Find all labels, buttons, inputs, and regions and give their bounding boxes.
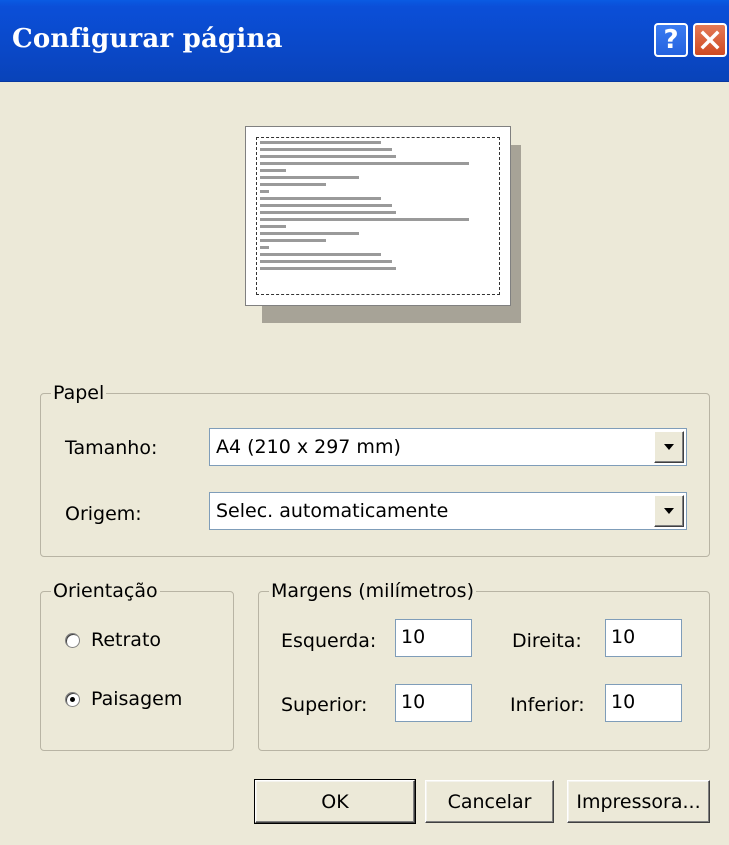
printer-button[interactable]: Impressora... bbox=[567, 780, 710, 823]
orientation-group: Orientação Retrato Paisagem bbox=[40, 580, 234, 751]
ok-button[interactable]: OK bbox=[254, 779, 416, 824]
left-margin-input[interactable]: 10 bbox=[395, 619, 472, 657]
radio-landscape-indicator[interactable] bbox=[65, 691, 80, 707]
margins-legend: Margens (milímetros) bbox=[269, 580, 476, 602]
right-margin-label: Direita: bbox=[512, 630, 582, 652]
left-margin-label: Esquerda: bbox=[281, 630, 377, 652]
paper-legend: Papel bbox=[51, 382, 107, 404]
source-select[interactable]: Selec. automaticamente bbox=[209, 492, 687, 530]
radio-landscape-label: Paisagem bbox=[91, 688, 183, 710]
size-select-value: A4 (210 x 297 mm) bbox=[216, 436, 401, 458]
preview-text-lines bbox=[260, 141, 480, 274]
radio-portrait-label: Retrato bbox=[91, 629, 162, 651]
size-label: Tamanho: bbox=[65, 437, 158, 459]
page-preview bbox=[245, 126, 511, 306]
close-button[interactable] bbox=[693, 23, 727, 57]
help-button[interactable]: ? bbox=[654, 23, 688, 57]
right-margin-input[interactable]: 10 bbox=[605, 619, 682, 657]
chevron-down-icon bbox=[664, 508, 674, 514]
paper-group: Papel Tamanho: A4 (210 x 297 mm) Origem:… bbox=[40, 382, 710, 557]
top-margin-label: Superior: bbox=[281, 694, 368, 716]
orientation-legend: Orientação bbox=[51, 580, 160, 602]
bottom-margin-input[interactable]: 10 bbox=[605, 684, 682, 722]
size-select[interactable]: A4 (210 x 297 mm) bbox=[209, 428, 687, 466]
radio-portrait[interactable]: Retrato bbox=[65, 628, 161, 652]
chevron-down-icon bbox=[664, 444, 674, 450]
bottom-margin-label: Inferior: bbox=[510, 694, 585, 716]
source-label: Origem: bbox=[65, 503, 142, 525]
title-bar[interactable]: Configurar página ? bbox=[0, 0, 729, 82]
source-select-value: Selec. automaticamente bbox=[216, 500, 449, 522]
source-dropdown-button[interactable] bbox=[654, 495, 684, 527]
cancel-button[interactable]: Cancelar bbox=[425, 780, 554, 823]
radio-landscape[interactable]: Paisagem bbox=[65, 687, 182, 711]
margins-group: Margens (milímetros) Esquerda: 10 Direit… bbox=[258, 580, 710, 751]
help-icon: ? bbox=[663, 25, 679, 55]
window-title: Configurar página bbox=[12, 24, 283, 54]
top-margin-input[interactable]: 10 bbox=[395, 684, 472, 722]
close-icon bbox=[700, 30, 720, 50]
radio-portrait-indicator[interactable] bbox=[65, 632, 80, 648]
size-dropdown-button[interactable] bbox=[654, 431, 684, 463]
